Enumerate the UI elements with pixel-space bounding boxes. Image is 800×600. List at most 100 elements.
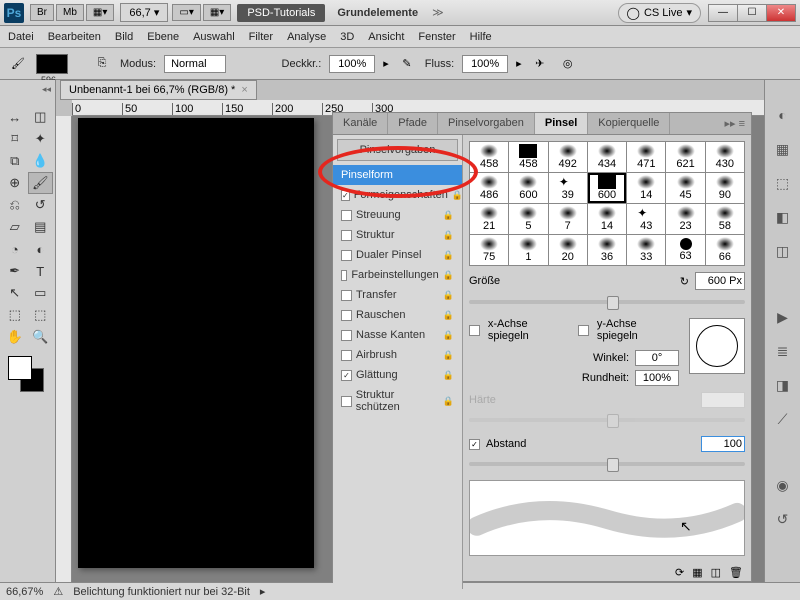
checkbox[interactable] (341, 330, 352, 341)
masks-panel-icon[interactable]: ◫ (772, 240, 794, 262)
brush-option-struktur-schützen[interactable]: Struktur schützen🔒 (333, 385, 462, 417)
brush-panel-toggle-icon[interactable]: ⎘ (92, 54, 112, 74)
checkbox[interactable] (341, 310, 352, 321)
lock-icon[interactable]: 🔒 (443, 210, 454, 221)
brush-option-farbeinstellungen[interactable]: Farbeinstellungen🔒 (333, 265, 462, 285)
paths-panel-icon[interactable]: ⟋ (772, 408, 794, 430)
workspace-grundelemente[interactable]: Grundelemente (337, 7, 418, 19)
brush-tip-58[interactable]: 58 (706, 204, 744, 234)
tab-kopierquelle[interactable]: Kopierquelle (588, 113, 670, 134)
panel-menu-icon[interactable]: ▸▸ ≡ (718, 113, 751, 134)
brush-tip-63[interactable]: 63 (666, 235, 704, 265)
brush-preset-swatch[interactable] (36, 54, 68, 74)
color-panel-icon[interactable]: ◐ (772, 104, 794, 126)
brush-tip-5[interactable]: 5 (509, 204, 547, 234)
screen-mode-button[interactable]: ▦▾ (86, 4, 114, 21)
3d-tool[interactable]: ⬚ (2, 304, 28, 326)
3d-camera-tool[interactable]: ⬚ (28, 304, 54, 326)
menu-hilfe[interactable]: Hilfe (470, 31, 492, 43)
tab-pfade[interactable]: Pfade (388, 113, 438, 134)
x-mirror-checkbox[interactable] (469, 325, 480, 336)
lock-icon[interactable]: 🔒 (443, 396, 454, 407)
checkbox[interactable] (341, 230, 352, 241)
menu-fenster[interactable]: Fenster (418, 31, 455, 43)
menu-bild[interactable]: Bild (115, 31, 133, 43)
brush-tip-23[interactable]: 23 (666, 204, 704, 234)
zoom-tool[interactable]: 🔍 (28, 326, 54, 348)
modus-select[interactable]: Normal (164, 55, 225, 73)
lock-icon[interactable]: 🔒 (443, 230, 454, 241)
info-panel-icon[interactable]: ◉ (772, 474, 794, 496)
brush-option-airbrush[interactable]: Airbrush🔒 (333, 345, 462, 365)
gradient-tool[interactable]: ▤ (28, 216, 54, 238)
tab-pinsel[interactable]: Pinsel (535, 113, 588, 134)
cslive-button[interactable]: CS Live ▾ (618, 3, 702, 23)
crop-tool[interactable]: ⧉ (2, 150, 28, 172)
menu-bearbeiten[interactable]: Bearbeiten (48, 31, 101, 43)
brush-tip-600[interactable]: 600 (588, 173, 626, 203)
hand-tool[interactable]: ✋ (2, 326, 28, 348)
brush-tip-600[interactable]: 600 (509, 173, 547, 203)
blur-tool[interactable]: ◔ (2, 238, 28, 260)
styles-panel-icon[interactable]: ⬚ (772, 172, 794, 194)
shape-tool[interactable]: ▭ (28, 282, 54, 304)
checkbox[interactable] (341, 210, 352, 221)
dodge-tool[interactable]: ◐ (28, 238, 54, 260)
groesse-slider[interactable] (469, 300, 745, 304)
minibridge-button[interactable]: Mb (56, 4, 84, 21)
menu-filter[interactable]: Filter (249, 31, 273, 43)
lasso-tool[interactable]: ⌑ (2, 128, 28, 150)
brush-tip-36[interactable]: 36 (588, 235, 626, 265)
brush-tip-471[interactable]: 471 (627, 142, 665, 172)
artboard[interactable] (78, 118, 314, 568)
menu-auswahl[interactable]: Auswahl (193, 31, 235, 43)
checkbox[interactable]: ✓ (341, 190, 350, 201)
panel-icon-1[interactable]: ⟳ (675, 566, 684, 579)
document-tab[interactable]: Unbenannt-1 bei 66,7% (RGB/8) *× (60, 80, 257, 100)
brush-tip-7[interactable]: 7 (549, 204, 587, 234)
status-zoom[interactable]: 66,67% (6, 586, 43, 598)
brush-tip-39[interactable]: 39 (549, 173, 587, 203)
fluss-input[interactable]: 100% (462, 55, 508, 73)
layers-panel-icon[interactable]: ≣ (772, 340, 794, 362)
lock-icon[interactable]: 🔒 (443, 250, 454, 261)
heal-tool[interactable]: ⊕ (2, 172, 28, 194)
brush-tip-430[interactable]: 430 (706, 142, 744, 172)
abstand-checkbox[interactable]: ✓ (469, 439, 480, 450)
view-extras-button[interactable]: ▭▾ (172, 4, 200, 21)
brush-tip-486[interactable]: 486 (470, 173, 508, 203)
checkbox[interactable] (341, 270, 347, 281)
swatches-panel-icon[interactable]: ▦ (772, 138, 794, 160)
brush-tip-20[interactable]: 20 (549, 235, 587, 265)
arrange-button[interactable]: ▦▾ (203, 4, 231, 21)
menu-ansicht[interactable]: Ansicht (368, 31, 404, 43)
fluss-arrow-icon[interactable]: ▸ (516, 57, 522, 70)
menu-analyse[interactable]: Analyse (287, 31, 326, 43)
pen-tool[interactable]: ✒ (2, 260, 28, 282)
move-tool[interactable]: ↔ (2, 106, 28, 128)
new-preset-icon[interactable]: ◫ (711, 566, 721, 579)
checkbox[interactable] (341, 290, 352, 301)
workspace-more-icon[interactable]: ≫ (432, 6, 444, 19)
lock-icon[interactable]: 🔒 (443, 310, 454, 321)
abstand-slider[interactable] (469, 462, 745, 466)
brush-tip-492[interactable]: 492 (549, 142, 587, 172)
brush-tip-1[interactable]: 1 (509, 235, 547, 265)
brush-tip-75[interactable]: 75 (470, 235, 508, 265)
delete-preset-icon[interactable]: 🗑 (729, 566, 743, 579)
brush-option-glättung[interactable]: ✓Glättung🔒 (333, 365, 462, 385)
history-panel-icon[interactable]: ↺ (772, 508, 794, 530)
deckkraft-input[interactable]: 100% (329, 55, 375, 73)
bridge-button[interactable]: Br (30, 4, 54, 21)
brush-tip-434[interactable]: 434 (588, 142, 626, 172)
brush-tip-43[interactable]: 43 (627, 204, 665, 234)
rundheit-input[interactable] (635, 370, 679, 386)
brush-tip-458[interactable]: 458 (470, 142, 508, 172)
type-tool[interactable]: T (28, 260, 54, 282)
tab-pinselvorgaben[interactable]: Pinselvorgaben (438, 113, 535, 134)
play-panel-icon[interactable]: ▶ (772, 306, 794, 328)
adjustments-panel-icon[interactable]: ◧ (772, 206, 794, 228)
brush-tip-458[interactable]: 458 (509, 142, 547, 172)
brush-option-formeigenschaften[interactable]: ✓Formeigenschaften🔒 (333, 185, 462, 205)
panel-icon-2[interactable]: ▦ (692, 566, 702, 579)
